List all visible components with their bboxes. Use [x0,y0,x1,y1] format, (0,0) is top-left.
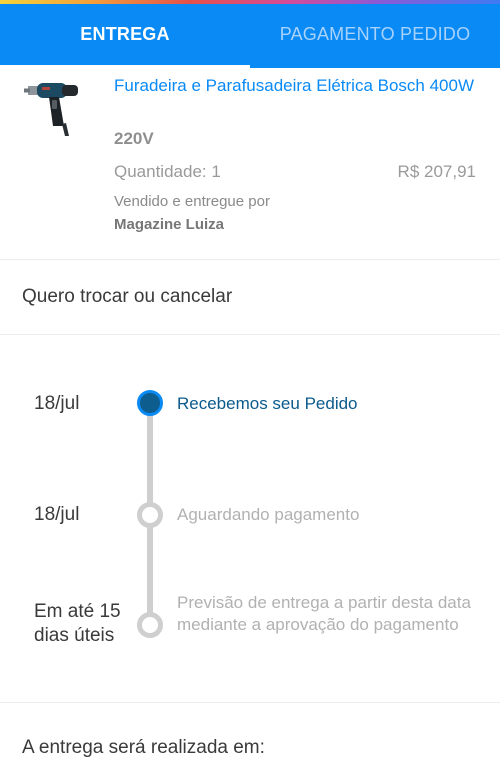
timeline-date: 18/jul [34,504,80,525]
timeline-dot-pending [137,612,163,638]
exchange-cancel-link[interactable]: Quero trocar ou cancelar [0,260,500,335]
timeline-date: 18/jul [34,393,80,414]
order-tabs: ENTREGA PAGAMENTO PEDIDO [0,0,500,68]
timeline-status: Aguardando pagamento [177,505,360,524]
tab-pagamento-pedido[interactable]: PAGAMENTO PEDIDO [250,0,500,68]
drill-image [24,83,78,136]
product-title[interactable]: Furadeira e Parafusadeira Elétrica Bosch… [114,75,484,96]
delivery-timeline: 18/jul Recebemos seu Pedido 18/jul Aguar… [0,335,500,703]
timeline-dot-pending [137,502,163,528]
timeline-status: Recebemos seu Pedido [177,394,358,413]
tab-entrega[interactable]: ENTREGA [0,0,250,68]
timeline-date: Em até 15 dias úteis [34,601,121,646]
seller-name: Magazine Luiza [114,216,225,233]
product-quantity: Quantidade: 1 [114,162,221,181]
sold-by-label: Vendido e entregue por [114,193,270,210]
product-card: Furadeira e Parafusadeira Elétrica Bosch… [0,68,500,260]
product-price: R$ 207,91 [397,162,476,181]
product-variant: 220V [114,129,154,148]
timeline-dot-done [137,390,163,416]
delivery-address-heading: A entrega será realizada em: [22,737,265,758]
timeline-status: Previsão de entrega a partir desta data … [177,593,471,634]
